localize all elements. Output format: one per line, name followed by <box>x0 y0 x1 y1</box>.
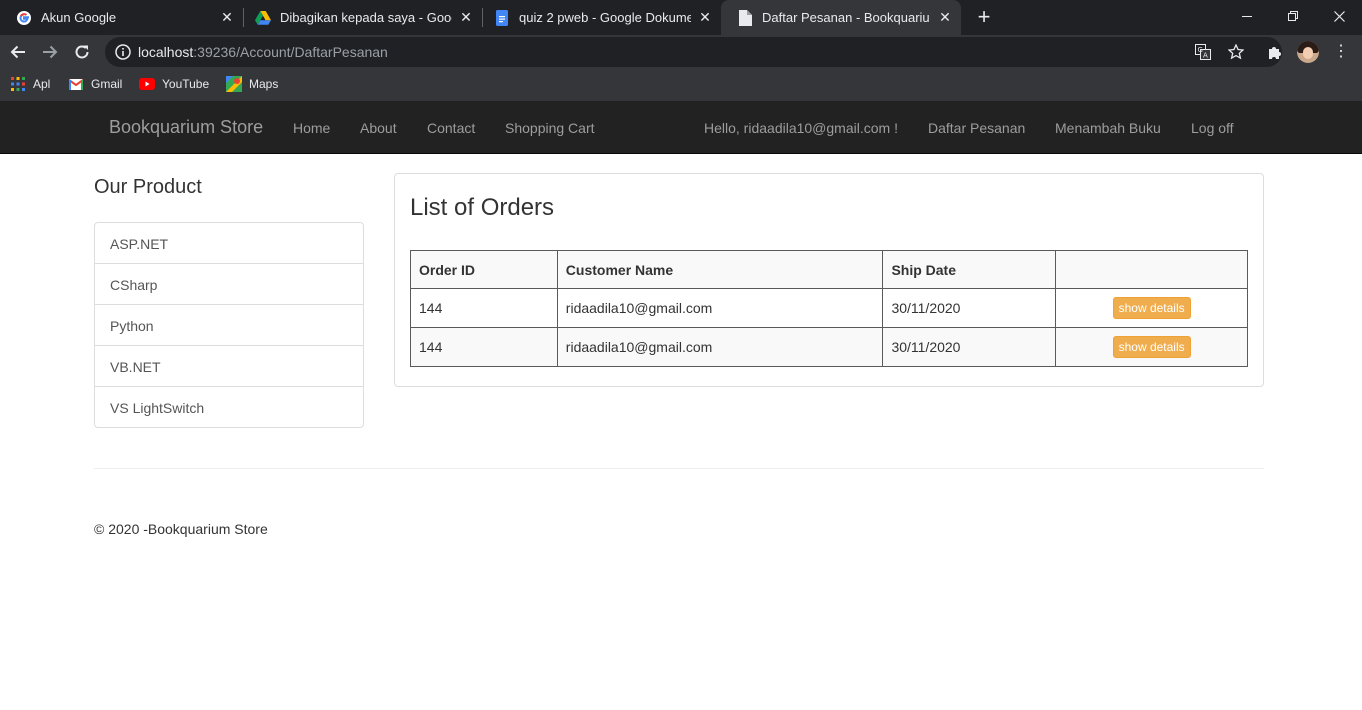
bookmark-maps[interactable]: Maps <box>226 76 278 92</box>
new-tab-icon[interactable]: + <box>973 6 995 28</box>
docs-icon <box>494 9 510 26</box>
back-icon[interactable] <box>6 40 30 64</box>
url-host: localhost <box>138 44 194 60</box>
drive-icon <box>255 10 271 26</box>
tab-google-drive[interactable]: Dibagikan kepada saya - Google ✕ <box>239 0 482 35</box>
tab-title: Akun Google <box>41 10 117 25</box>
page-icon <box>737 9 753 26</box>
profile-avatar[interactable] <box>1297 41 1319 63</box>
nav-daftar-pesanan[interactable]: Daftar Pesanan <box>928 120 1025 136</box>
ship-date-cell: 30/11/2020 <box>882 288 1057 328</box>
tab-title: Dibagikan kepada saya - Google <box>280 10 452 25</box>
address-bar[interactable]: localhost:39236/Account/DaftarPesanan GA <box>105 37 1282 67</box>
close-tab-icon[interactable]: ✕ <box>697 9 713 25</box>
maps-icon <box>226 76 242 92</box>
close-window-icon[interactable] <box>1316 0 1362 32</box>
close-tab-icon[interactable]: ✕ <box>458 9 474 25</box>
bookmark-apps[interactable]: Apl <box>10 76 50 92</box>
footer-copyright: © 2020 -Bookquarium Store <box>94 521 268 537</box>
nav-contact[interactable]: Contact <box>427 120 475 136</box>
browser-menu-icon[interactable]: ⋮ <box>1331 41 1351 63</box>
restore-icon[interactable] <box>1270 0 1316 32</box>
translate-icon[interactable]: GA <box>1195 44 1211 60</box>
close-tab-icon[interactable]: ✕ <box>937 9 953 25</box>
product-category-list: ASP.NET CSharp Python VB.NET VS LightSwi… <box>94 222 364 428</box>
youtube-icon <box>139 76 155 92</box>
bookmark-label: Gmail <box>91 77 123 91</box>
forward-icon[interactable] <box>38 40 62 64</box>
bookmark-gmail[interactable]: Gmail <box>68 76 122 92</box>
tab-daftar-pesanan[interactable]: Daftar Pesanan - Bookquarium St ✕ <box>721 0 961 35</box>
category-item[interactable]: CSharp <box>95 264 363 305</box>
browser-tab-strip: Akun Google ✕ Dibagikan kepada saya - Go… <box>0 0 1362 35</box>
reload-icon[interactable] <box>70 40 94 64</box>
customer-name-cell: ridaadila10@gmail.com <box>556 327 884 367</box>
bookmark-star-icon[interactable] <box>1227 43 1245 60</box>
category-item[interactable]: VB.NET <box>95 346 363 387</box>
column-header-actions <box>1055 250 1248 289</box>
nav-menambah-buku[interactable]: Menambah Buku <box>1055 120 1161 136</box>
tab-akun-google[interactable]: Akun Google ✕ <box>0 0 243 35</box>
nav-home[interactable]: Home <box>293 120 330 136</box>
url-path: :39236/Account/DaftarPesanan <box>193 44 388 60</box>
nav-user-greeting[interactable]: Hello, ridaadila10@gmail.com ! <box>704 120 898 136</box>
svg-text:A: A <box>1203 52 1208 60</box>
category-item[interactable]: Python <box>95 305 363 346</box>
nav-log-off[interactable]: Log off <box>1191 120 1234 136</box>
minimize-icon[interactable] <box>1224 0 1270 32</box>
table-row: 144 ridaadila10@gmail.com 30/11/2020 sho… <box>410 288 1248 328</box>
bookmarks-bar: Apl Gmail YouTube Maps <box>0 69 1362 102</box>
show-details-button[interactable]: show details <box>1112 336 1191 358</box>
bookmark-label: YouTube <box>162 77 210 91</box>
actions-cell: show details <box>1055 327 1248 367</box>
close-tab-icon[interactable]: ✕ <box>219 9 235 25</box>
page-title: List of Orders <box>410 194 555 221</box>
sidebar-title: Our Product <box>94 176 202 198</box>
url-text: localhost:39236/Account/DaftarPesanan <box>138 44 388 60</box>
google-icon <box>16 10 32 26</box>
table-header-row: Order ID Customer Name Ship Date <box>410 250 1248 289</box>
apps-grid-icon <box>10 76 26 92</box>
show-details-button[interactable]: show details <box>1112 297 1191 319</box>
category-item[interactable]: ASP.NET <box>95 223 363 264</box>
order-id-cell: 144 <box>410 288 558 328</box>
column-header-ship-date: Ship Date <box>882 250 1057 289</box>
browser-toolbar: localhost:39236/Account/DaftarPesanan GA… <box>0 35 1362 69</box>
nav-shopping-cart[interactable]: Shopping Cart <box>505 120 595 136</box>
actions-cell: show details <box>1055 288 1248 328</box>
tab-title: Daftar Pesanan - Bookquarium St <box>762 10 930 25</box>
gmail-icon <box>68 76 84 92</box>
site-info-icon[interactable] <box>115 44 131 65</box>
order-id-cell: 144 <box>410 327 558 367</box>
nav-about[interactable]: About <box>360 120 397 136</box>
tab-title: quiz 2 pweb - Google Dokumen <box>519 10 691 25</box>
bookmark-youtube[interactable]: YouTube <box>139 76 209 92</box>
column-header-order-id: Order ID <box>410 250 558 289</box>
footer-divider <box>94 468 1264 469</box>
ship-date-cell: 30/11/2020 <box>882 327 1057 367</box>
orders-table: Order ID Customer Name Ship Date 144 rid… <box>410 250 1248 367</box>
site-navbar: Bookquarium Store Home About Contact Sho… <box>0 102 1362 154</box>
site-brand[interactable]: Bookquarium Store <box>109 117 263 138</box>
category-item[interactable]: VS LightSwitch <box>95 387 363 427</box>
extensions-puzzle-icon[interactable] <box>1263 40 1287 64</box>
table-row: 144 ridaadila10@gmail.com 30/11/2020 sho… <box>410 327 1248 367</box>
bookmark-label: Apl <box>33 77 51 91</box>
tab-google-docs[interactable]: quiz 2 pweb - Google Dokumen ✕ <box>478 0 721 35</box>
bookmark-label: Maps <box>249 77 279 91</box>
column-header-customer-name: Customer Name <box>556 250 884 289</box>
orders-panel: List of Orders Order ID Customer Name Sh… <box>394 173 1264 387</box>
customer-name-cell: ridaadila10@gmail.com <box>556 288 884 328</box>
